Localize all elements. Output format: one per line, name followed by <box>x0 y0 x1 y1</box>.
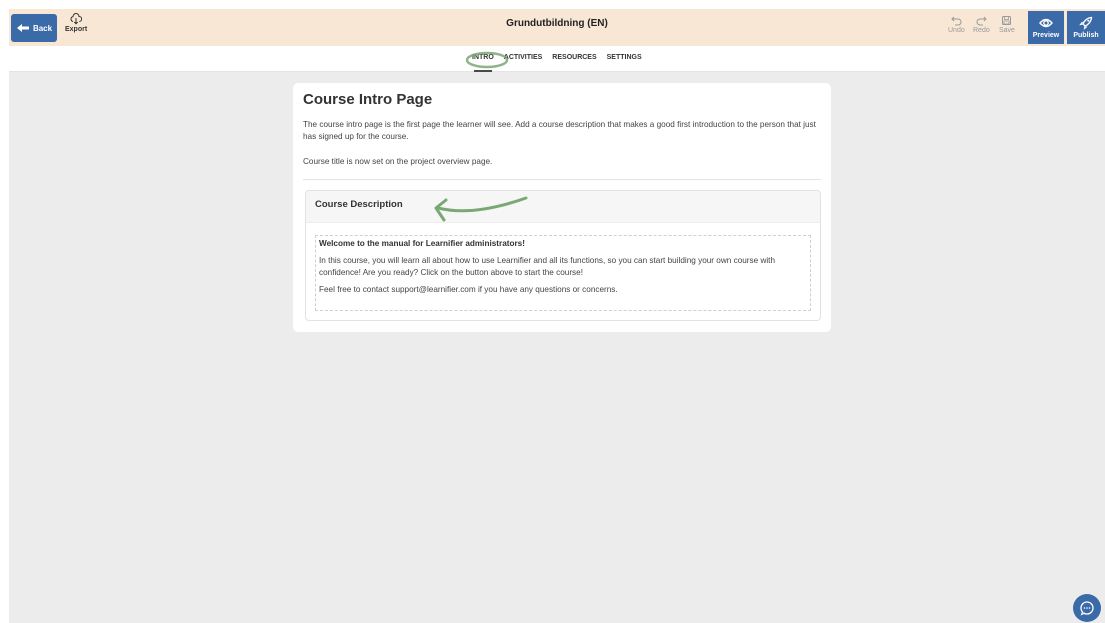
undo-button[interactable]: Undo <box>948 15 965 34</box>
description-body: In this course, you will learn all about… <box>319 256 776 277</box>
tab-settings[interactable]: SETTINGS <box>607 54 642 61</box>
publish-button[interactable]: Publish <box>1067 11 1105 44</box>
course-title: Grundutbildning (EN) <box>506 18 608 29</box>
redo-button[interactable]: Redo <box>973 15 990 34</box>
course-description-header: Course Description <box>306 191 820 223</box>
intro-help-text: The course intro page is the first page … <box>303 120 816 141</box>
publish-label: Publish <box>1073 32 1099 39</box>
top-bar: Back Export Grundutbildning (EN) Undo Re… <box>9 9 1105 46</box>
tab-resources[interactable]: RESOURCES <box>552 54 596 61</box>
description-welcome: Welcome to the manual for Learnifier adm… <box>319 239 525 248</box>
save-button[interactable]: Save <box>999 15 1015 34</box>
preview-label: Preview <box>1032 32 1060 39</box>
course-intro-card: Course Intro Page The course intro page … <box>293 83 831 332</box>
chat-button[interactable] <box>1073 594 1101 622</box>
undo-label: Undo <box>948 27 965 34</box>
chat-icon <box>1080 601 1094 616</box>
course-description-heading: Course Description <box>315 199 403 210</box>
eye-icon <box>1039 18 1053 28</box>
save-label: Save <box>999 27 1015 34</box>
preview-button[interactable]: Preview <box>1028 11 1064 44</box>
description-contact: Feel free to contact support@learnifier.… <box>319 285 618 294</box>
page-title: Course Intro Page <box>303 91 433 108</box>
tab-activities[interactable]: ACTIVITIES <box>504 54 543 61</box>
redo-label: Redo <box>973 27 990 34</box>
divider <box>303 179 821 180</box>
title-note-text: Course title is now set on the project o… <box>303 157 493 166</box>
tab-bar: INTRO ACTIVITIES RESOURCES SETTINGS <box>9 46 1105 72</box>
annotation-circle <box>465 51 509 69</box>
description-editor[interactable]: Welcome to the manual for Learnifier adm… <box>315 235 811 311</box>
app-frame: Back Export Grundutbildning (EN) Undo Re… <box>9 9 1105 623</box>
annotation-arrow-icon <box>434 196 528 222</box>
save-icon <box>1002 16 1012 25</box>
course-description-panel: Course Description Welcome to the manual… <box>305 190 821 321</box>
redo-icon <box>976 16 987 26</box>
rocket-icon <box>1079 16 1093 30</box>
undo-icon <box>951 16 962 26</box>
